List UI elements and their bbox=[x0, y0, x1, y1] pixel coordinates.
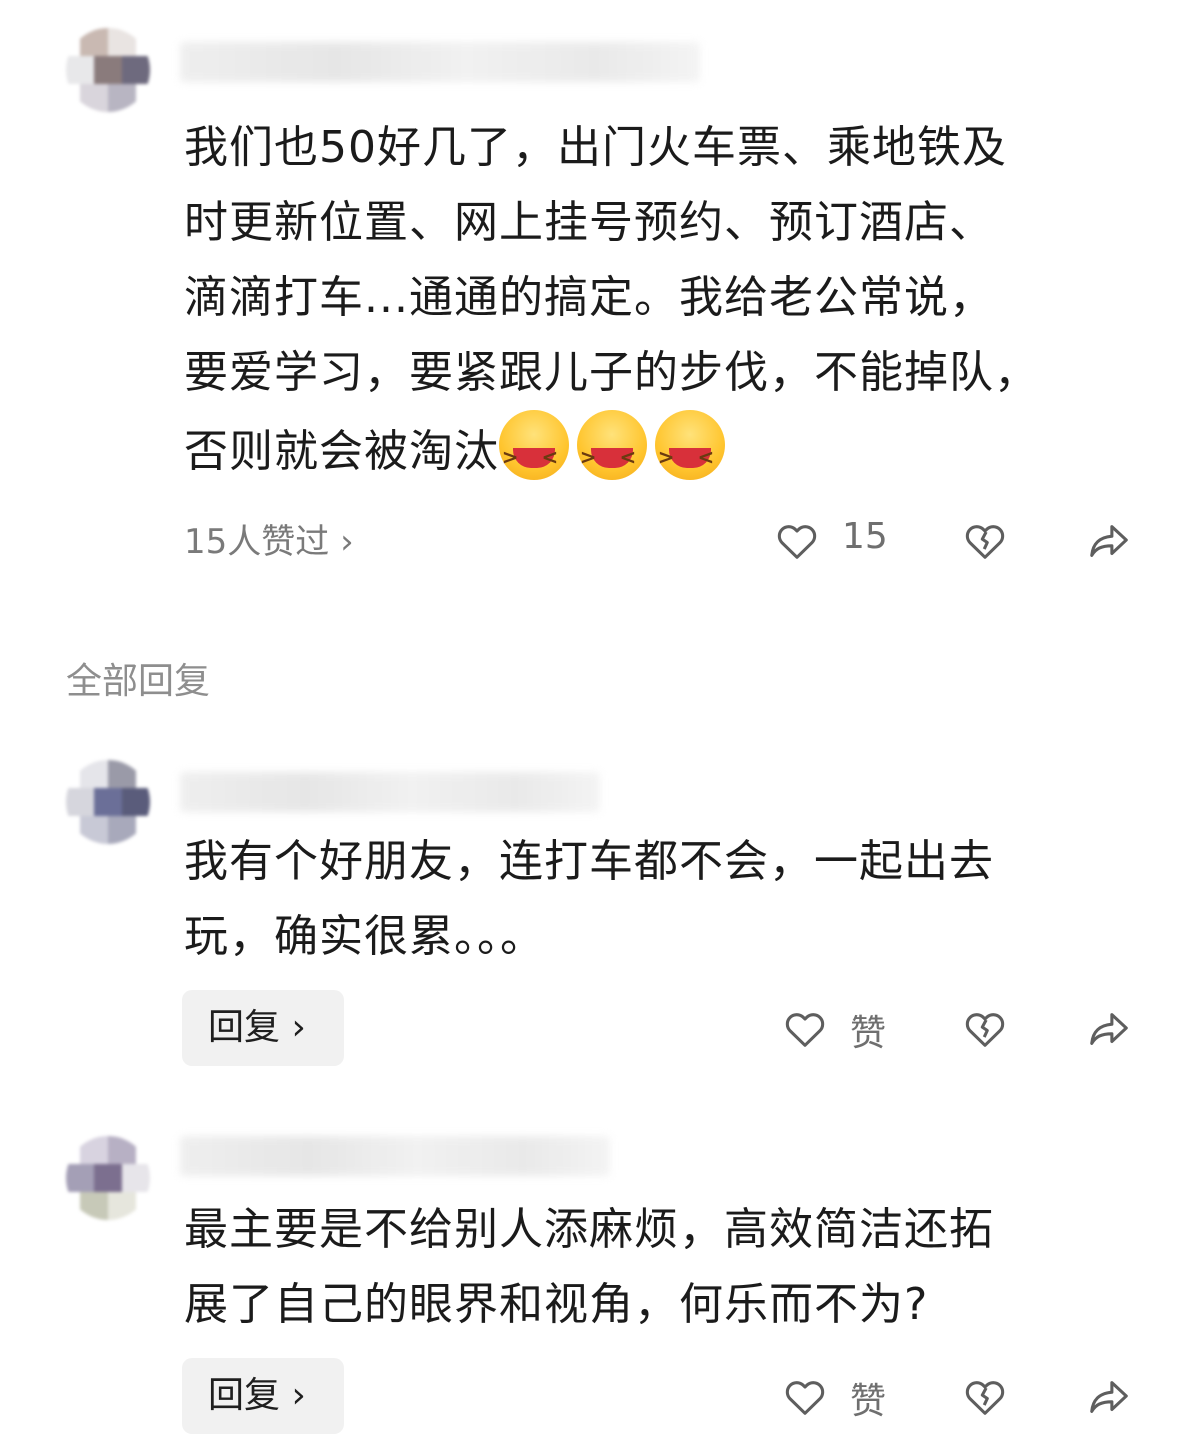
reply-button[interactable]: 回复 › bbox=[182, 1358, 344, 1434]
share-arrow-icon[interactable] bbox=[1086, 518, 1132, 564]
broken-heart-icon[interactable] bbox=[962, 518, 1008, 564]
heart-outline-icon[interactable] bbox=[782, 1374, 828, 1420]
comment-text: 最主要是不给别人添麻烦，高效简洁还拓 展了自己的眼界和视角，何乐而不为? bbox=[184, 1204, 994, 1330]
avatar[interactable] bbox=[66, 760, 150, 844]
share-arrow-icon[interactable] bbox=[1086, 1374, 1132, 1420]
like-label[interactable]: 赞 bbox=[850, 1372, 886, 1424]
heart-outline-icon[interactable] bbox=[774, 518, 820, 564]
username[interactable] bbox=[180, 42, 700, 82]
username[interactable] bbox=[180, 1136, 610, 1176]
section-title: 全部回复 bbox=[66, 661, 211, 702]
broken-heart-icon[interactable] bbox=[962, 1374, 1008, 1420]
reply-button[interactable]: 回复 › bbox=[182, 990, 344, 1066]
username[interactable] bbox=[180, 772, 600, 812]
avatar[interactable] bbox=[66, 1136, 150, 1220]
comment-text: 我有个好朋友，连打车都不会，一起出去 玩，确实很累。。。 bbox=[184, 836, 994, 962]
avatar[interactable] bbox=[66, 28, 150, 112]
laughing-emoji bbox=[577, 410, 647, 495]
comment-text: 我们也50好几了，出门火车票、乘地铁及 时更新位置、网上挂号预约、预订酒店、 滴… bbox=[184, 110, 1039, 495]
laughing-emoji bbox=[655, 410, 725, 495]
heart-outline-icon[interactable] bbox=[782, 1006, 828, 1052]
like-label[interactable]: 赞 bbox=[850, 1004, 886, 1056]
like-count: 15 bbox=[842, 516, 888, 557]
laughing-emoji bbox=[499, 410, 569, 495]
broken-heart-icon[interactable] bbox=[962, 1006, 1008, 1052]
share-arrow-icon[interactable] bbox=[1086, 1006, 1132, 1052]
likes-list-link[interactable]: 15人赞过 › bbox=[184, 514, 354, 563]
